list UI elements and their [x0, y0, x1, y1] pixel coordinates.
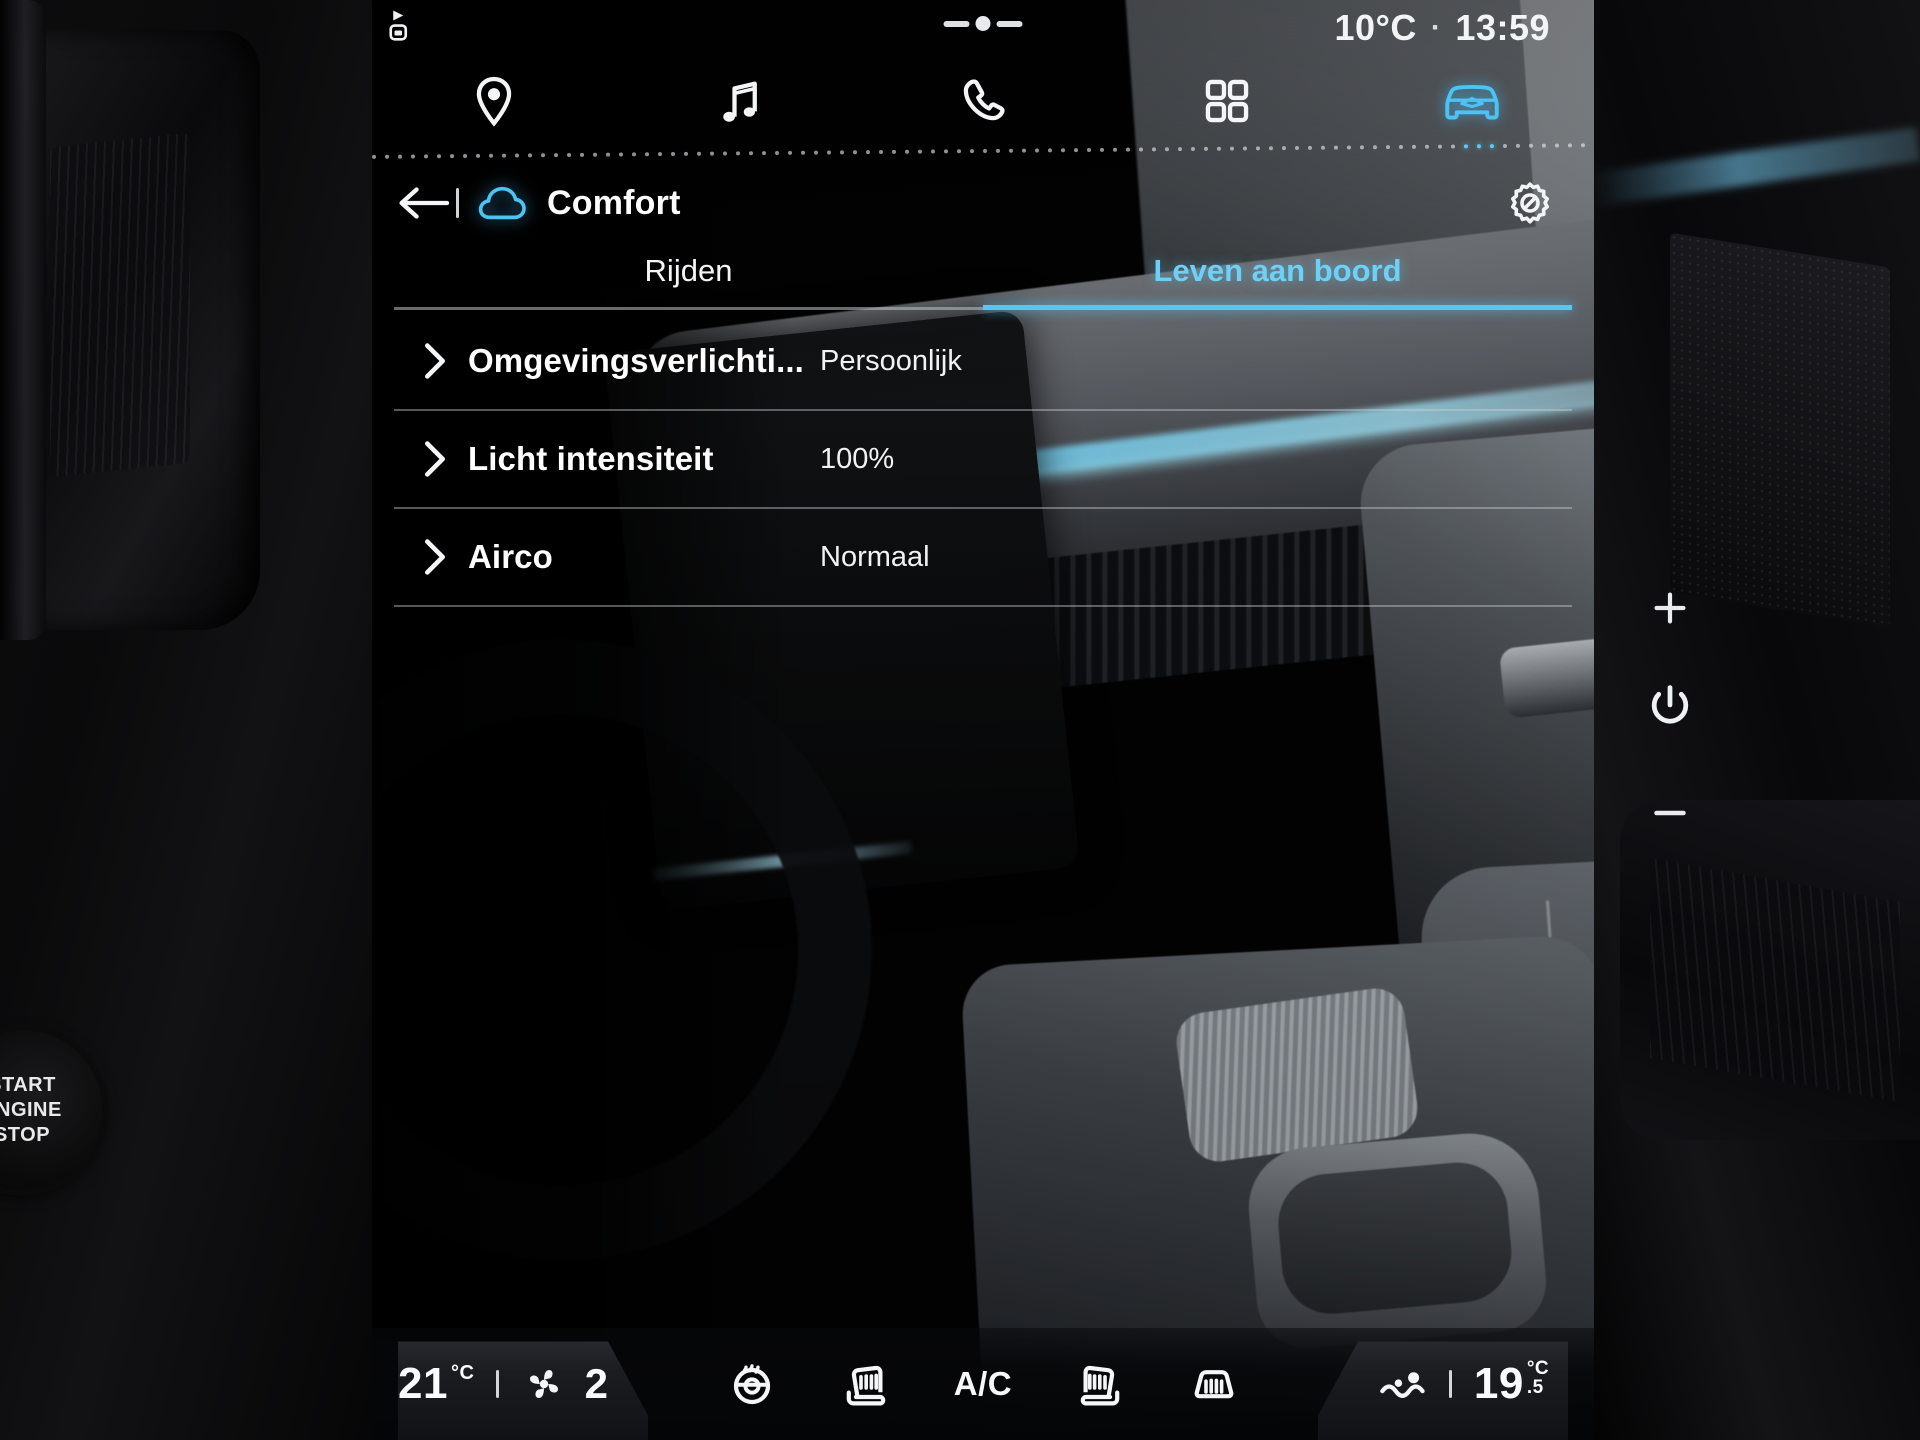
outside-temperature: 10°C	[1334, 7, 1417, 48]
settings-button[interactable]	[1506, 179, 1554, 227]
chevron-right-icon	[402, 341, 468, 381]
settings-row-value: Normaal	[820, 540, 930, 573]
page-header: Comfort	[372, 160, 1594, 246]
dashboard-left-panel: START ENGINE STOP	[0, 0, 372, 1440]
ambient-trim-light	[1589, 127, 1920, 207]
page-title: Comfort	[547, 183, 681, 222]
minus-icon	[1654, 810, 1686, 816]
main-navigation-bar[interactable]	[372, 56, 1594, 146]
driver-temperature: 21 °C	[398, 1359, 474, 1409]
settings-row-airco[interactable]: Airco Normaal	[394, 509, 1572, 607]
driver-temperature-unit: °C	[450, 1362, 475, 1384]
plus-icon	[1654, 592, 1686, 624]
climate-bar[interactable]: 21 °C 2 A/C 19 °C .5	[372, 1328, 1594, 1440]
tab-leven-aan-boord-label: Leven aan boord	[1153, 253, 1402, 288]
tab-bar[interactable]: Rijden Leven aan boord	[394, 244, 1572, 310]
volume-down-button[interactable]	[1630, 790, 1710, 836]
apps-grid-icon	[1206, 79, 1249, 123]
driver-temperature-value: 21	[398, 1359, 448, 1408]
start-engine-stop-button[interactable]: START ENGINE STOP	[0, 1030, 102, 1190]
infotainment-screen[interactable]: 10°C · 13:59 Comfort Rijden Leven aan bo…	[372, 0, 1594, 1440]
seat-heater-right-icon[interactable]	[1057, 1342, 1141, 1426]
start-button-line-1: START	[0, 1073, 56, 1096]
nav-item-phone[interactable]	[861, 56, 1105, 146]
speaker-grille	[1670, 232, 1890, 628]
ac-label: A/C	[953, 1365, 1013, 1402]
dashboard-surround: START ENGINE STOP	[0, 0, 1920, 1440]
seat-heater-left-icon[interactable]	[825, 1342, 909, 1426]
settings-row-label: Airco	[468, 538, 553, 575]
fan-speed-value: 2	[584, 1360, 608, 1407]
passenger-temperature-decimal: .5	[1526, 1377, 1544, 1398]
rear-defrost-icon[interactable]	[1172, 1342, 1256, 1426]
settings-list[interactable]: Omgevingsverlichti... Persoonlijk Licht …	[394, 313, 1572, 607]
ac-toggle[interactable]: A/C	[941, 1342, 1025, 1426]
settings-row-licht-intensiteit[interactable]: Licht intensiteit 100%	[394, 411, 1572, 509]
settings-row-label: Licht intensiteit	[468, 440, 714, 477]
settings-row-label: Omgevingsverlichti...	[468, 342, 804, 379]
nav-item-media[interactable]	[616, 56, 860, 146]
cloud-icon	[475, 181, 531, 225]
steering-wheel-heater-icon[interactable]	[710, 1342, 794, 1426]
power-button[interactable]	[1630, 680, 1710, 732]
back-button[interactable]	[394, 183, 454, 223]
gear-icon	[1511, 182, 1549, 224]
nav-item-navigation[interactable]	[372, 56, 616, 146]
chevron-right-icon	[402, 439, 468, 479]
right-air-vent	[1620, 800, 1920, 1140]
navigation-car-icon	[380, 8, 414, 48]
car-front-icon	[1445, 85, 1499, 120]
left-air-vent	[10, 30, 260, 630]
fan-icon[interactable]	[521, 1363, 567, 1405]
back-arrow-icon	[399, 187, 450, 219]
drag-handle-left-bar	[943, 20, 970, 27]
clock-time: 13:59	[1455, 7, 1550, 48]
climate-function-icons[interactable]: A/C	[648, 1328, 1318, 1440]
screen-drag-handle[interactable]	[943, 16, 1023, 31]
location-pin-icon	[476, 76, 512, 127]
settings-row-value: Persoonlijk	[820, 344, 962, 377]
settings-row-value: 100%	[820, 442, 895, 475]
volume-up-button[interactable]	[1630, 585, 1710, 631]
airflow-icon[interactable]	[1377, 1364, 1427, 1404]
phone-handset-icon	[963, 79, 1005, 121]
tab-rijden[interactable]: Rijden	[394, 244, 983, 310]
status-clock-temp: 10°C · 13:59	[1334, 7, 1550, 49]
start-button-line-2: ENGINE	[0, 1098, 62, 1121]
tab-rijden-label: Rijden	[644, 253, 733, 288]
nav-item-vehicle[interactable]	[1350, 56, 1594, 146]
power-icon	[1651, 685, 1689, 724]
nav-item-apps[interactable]	[1105, 56, 1349, 146]
tab-leven-aan-boord[interactable]: Leven aan boord	[983, 244, 1572, 310]
passenger-temperature-value: 19	[1473, 1359, 1524, 1408]
header-divider	[456, 188, 459, 218]
passenger-temperature: 19 °C .5	[1474, 1359, 1549, 1409]
settings-row-omgevingsverlichting[interactable]: Omgevingsverlichti... Persoonlijk	[394, 313, 1572, 411]
climate-right-divider	[1448, 1370, 1452, 1398]
drag-handle-dot	[975, 16, 991, 31]
chevron-right-icon	[402, 537, 468, 577]
left-trim-edge	[0, 0, 46, 640]
climate-left-divider	[496, 1370, 499, 1398]
passenger-temperature-unit: °C	[1526, 1358, 1550, 1379]
music-note-icon	[722, 81, 757, 122]
start-button-line-3: STOP	[0, 1123, 51, 1146]
drag-handle-right-bar	[996, 20, 1023, 27]
status-separator: ·	[1430, 11, 1442, 44]
